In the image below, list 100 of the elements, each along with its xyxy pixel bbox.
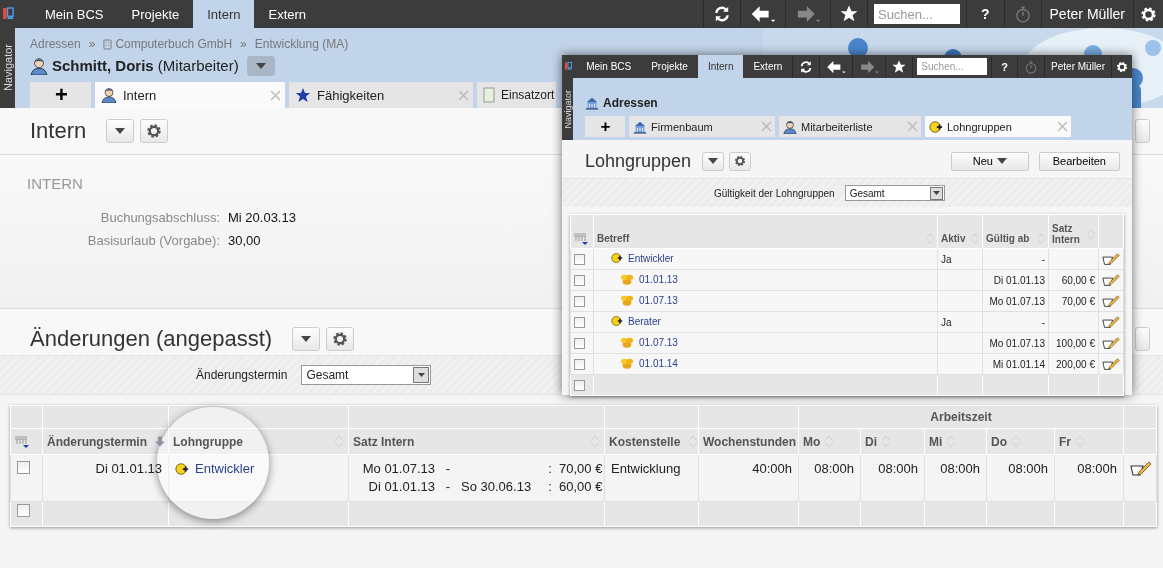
- checkbox[interactable]: [574, 358, 585, 370]
- star-icon[interactable]: [839, 5, 858, 23]
- refresh-icon[interactable]: [799, 59, 814, 74]
- page-tab[interactable]: Mitarbeiterliste: [779, 116, 921, 137]
- app-logo-icon[interactable]: [565, 61, 573, 71]
- filter-select[interactable]: Gesamt: [844, 185, 945, 201]
- navigator-strip[interactable]: Navigator: [562, 78, 573, 140]
- rate-from-date: Di 01.01.13: [367, 479, 435, 494]
- add-tab-button[interactable]: +: [585, 116, 625, 137]
- new-menu-button[interactable]: Neu: [950, 151, 1029, 171]
- building-icon: [103, 38, 113, 50]
- help-button[interactable]: ?: [972, 6, 998, 22]
- section-settings-button[interactable]: [729, 151, 752, 171]
- checkbox[interactable]: [574, 274, 585, 286]
- edit-icon[interactable]: [1102, 273, 1120, 287]
- nav-tab[interactable]: Extern: [254, 0, 321, 28]
- table-cell: 08:00h: [1077, 461, 1118, 476]
- page-tab[interactable]: Firmenbaum: [629, 116, 775, 137]
- checkbox[interactable]: [574, 337, 585, 349]
- user-name[interactable]: Peter Müller: [1049, 61, 1107, 72]
- edit-icon[interactable]: [1130, 461, 1153, 477]
- nav-tab[interactable]: Mein BCS: [576, 55, 642, 78]
- settings-icon[interactable]: [734, 155, 747, 167]
- checkbox[interactable]: [574, 379, 585, 391]
- table-cell: 60,00 €: [1061, 274, 1095, 286]
- header-button[interactable]: [1135, 119, 1150, 143]
- search-field[interactable]: Suchen...: [873, 4, 960, 24]
- close-icon[interactable]: [1057, 121, 1068, 132]
- wage-group-link[interactable]: Entwickler: [628, 252, 674, 264]
- back-arrow-icon[interactable]: [749, 5, 776, 23]
- nav-tab[interactable]: Intern: [697, 55, 744, 78]
- checkbox[interactable]: [17, 504, 30, 517]
- page-tab[interactable]: Lohngruppen: [925, 116, 1071, 137]
- app-logo-icon[interactable]: [3, 7, 14, 20]
- breadcrumb-separator: »: [88, 37, 96, 51]
- wage-group-link[interactable]: Berater: [628, 315, 661, 327]
- nav-tab[interactable]: Intern: [193, 0, 255, 28]
- period-link[interactable]: 01.01.13: [639, 273, 678, 285]
- table-cell: Di 01.01.13: [95, 461, 162, 476]
- table-cell: Ja: [941, 253, 952, 265]
- forward-arrow-icon[interactable]: [859, 59, 880, 74]
- section-settings-button[interactable]: [326, 327, 355, 351]
- stopwatch-icon[interactable]: [1024, 59, 1039, 74]
- section-menu-button[interactable]: [292, 327, 321, 351]
- column-group-header: Arbeitszeit: [930, 410, 992, 424]
- table-cell: 08:00h: [814, 461, 854, 476]
- navigator-strip[interactable]: Navigator: [0, 28, 15, 108]
- nav-tab[interactable]: Extern: [743, 55, 793, 78]
- field-label: Basisurlaub (Vorgabe):: [86, 233, 220, 248]
- period-link[interactable]: 01.07.13: [639, 336, 678, 348]
- search-field[interactable]: Suchen...: [917, 58, 988, 75]
- settings-icon[interactable]: [146, 123, 163, 139]
- edit-icon[interactable]: [1102, 294, 1120, 308]
- checkbox[interactable]: [574, 316, 585, 328]
- edit-button[interactable]: Bearbeiten: [1038, 151, 1120, 171]
- checkbox[interactable]: [574, 253, 585, 265]
- section-menu-button[interactable]: [106, 119, 135, 143]
- edit-icon[interactable]: [1102, 357, 1120, 371]
- section-menu-button[interactable]: [702, 151, 725, 171]
- edit-icon[interactable]: [1102, 252, 1120, 266]
- caret-icon: [932, 190, 940, 196]
- section-title: Lohngruppen: [585, 150, 692, 172]
- edit-icon[interactable]: [1102, 315, 1120, 329]
- nav-tab[interactable]: Projekte: [117, 0, 194, 28]
- record-tab[interactable]: Fähigkeiten: [289, 82, 473, 108]
- add-tab-button[interactable]: +: [30, 82, 91, 108]
- settings-icon[interactable]: [332, 331, 349, 347]
- record-menu-button[interactable]: [246, 55, 275, 76]
- sort-descending-icon[interactable]: [155, 435, 165, 448]
- column-chooser-icon[interactable]: [15, 435, 29, 448]
- filter-select[interactable]: Gesamt: [301, 365, 432, 385]
- filter-label: Gültigkeit der Lohngruppen: [714, 187, 835, 199]
- user-name[interactable]: Peter Müller: [1047, 6, 1127, 22]
- edit-icon[interactable]: [1102, 336, 1120, 350]
- star-icon[interactable]: [892, 59, 907, 74]
- coins-icon: [620, 356, 634, 370]
- back-arrow-icon[interactable]: [826, 59, 847, 74]
- wage-group-link[interactable]: Entwickler: [195, 461, 255, 476]
- close-icon[interactable]: [270, 89, 281, 101]
- record-tab[interactable]: Einsatzort: [477, 82, 557, 108]
- building-icon: [633, 119, 647, 134]
- period-link[interactable]: 01.01.14: [639, 357, 678, 369]
- checkbox[interactable]: [17, 461, 30, 474]
- table-cell: Mi 01.01.14: [992, 358, 1045, 370]
- coin-icon: [929, 119, 943, 134]
- section-settings-button[interactable]: [140, 119, 169, 143]
- record-tab[interactable]: Intern: [95, 82, 285, 108]
- table-cell: -: [1041, 316, 1045, 328]
- refresh-icon[interactable]: [712, 5, 731, 23]
- table-cell: -: [1041, 253, 1045, 265]
- header-button[interactable]: [1135, 327, 1150, 351]
- column-chooser-icon[interactable]: [574, 233, 588, 245]
- stopwatch-icon[interactable]: [1013, 5, 1032, 23]
- caret-icon: [996, 158, 1007, 164]
- star-icon: [295, 87, 311, 103]
- nav-tab[interactable]: Projekte: [641, 55, 698, 78]
- checkbox[interactable]: [574, 295, 585, 307]
- help-button[interactable]: ?: [996, 60, 1014, 73]
- period-link[interactable]: 01.07.13: [639, 294, 678, 306]
- nav-tab[interactable]: Mein BCS: [31, 0, 118, 28]
